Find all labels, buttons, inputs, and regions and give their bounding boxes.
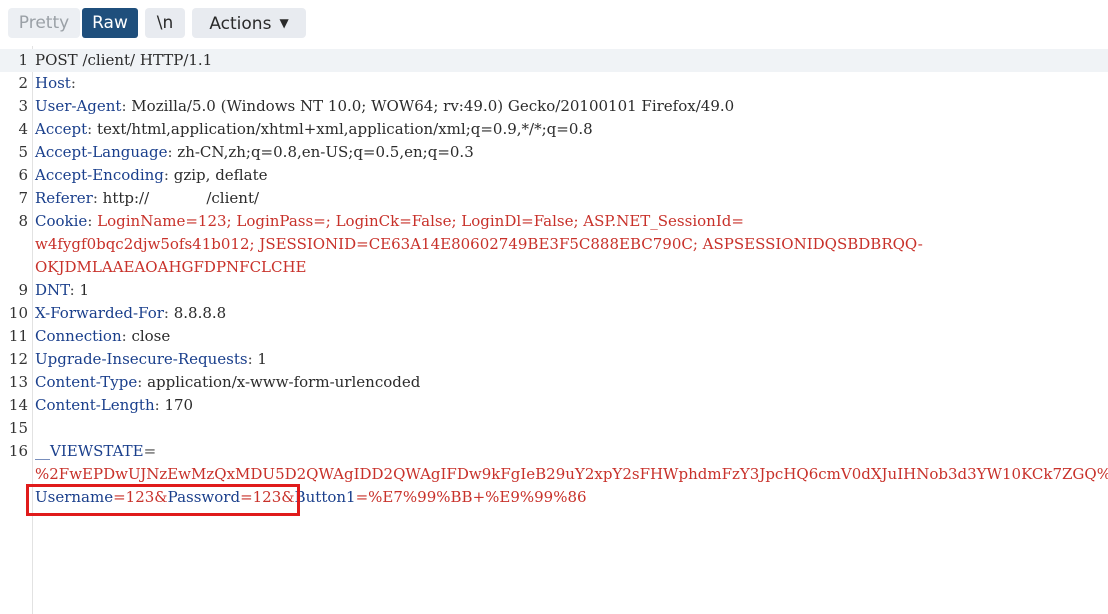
- header-name: User-Agent: [35, 97, 122, 115]
- header-name: Host: [35, 74, 71, 92]
- line-number: 16: [8, 442, 28, 460]
- header-separator: :: [70, 74, 76, 92]
- request-line: 2 Host:: [0, 72, 1108, 95]
- header-name: Accept: [35, 120, 88, 138]
- line-number: 4: [18, 120, 28, 138]
- header-name: Cookie: [35, 212, 88, 230]
- header-value: application/x-www-form-urlencoded: [142, 373, 421, 391]
- request-line: 10 X-Forwarded-For: 8.8.8.8: [0, 302, 1108, 325]
- line-content: OKJDMLAAEAOAHGFDPNFCLCHE: [35, 256, 307, 279]
- request-line: 3 User-Agent: Mozilla/5.0 (Windows NT 10.…: [0, 95, 1108, 118]
- request-line: OKJDMLAAEAOAHGFDPNFCLCHE: [0, 256, 1108, 279]
- line-number: 14: [8, 396, 28, 414]
- request-line: %2FwEPDwUJNzEwMzQxMDU5D2QWAgIDD2QWAgIFDw…: [0, 463, 1108, 486]
- line-content: Content-Length: 170: [35, 394, 193, 417]
- line-number: 3: [18, 97, 28, 115]
- line-content: Content-Type: application/x-www-form-url…: [35, 371, 420, 394]
- header-name: __VIEWSTATE: [35, 442, 144, 460]
- line-number: 7: [18, 189, 28, 207]
- line-content: Cookie: LoginName=123; LoginPass=; Login…: [35, 210, 744, 233]
- chevron-down-icon: ▼: [279, 16, 289, 30]
- line-content: Referer: http:// /client/: [35, 187, 259, 210]
- line-number: 2: [18, 74, 28, 92]
- raw-tab[interactable]: Raw: [82, 8, 138, 38]
- header-value: close: [126, 327, 171, 345]
- header-value: 1: [74, 281, 89, 299]
- param-button-value: =%E7%99%BB+%E9%99%86: [355, 488, 587, 506]
- line-number: 15: [8, 419, 28, 437]
- request-line: 6 Accept-Encoding: gzip, deflate: [0, 164, 1108, 187]
- line-number: 13: [8, 373, 28, 391]
- line-content: User-Agent: Mozilla/5.0 (Windows NT 10.0…: [35, 95, 734, 118]
- request-line: 11 Connection: close: [0, 325, 1108, 348]
- request-line: 16 __VIEWSTATE=: [0, 440, 1108, 463]
- header-name: Referer: [35, 189, 93, 207]
- header-value: LoginName=123; LoginPass=; LoginCk=False…: [92, 212, 744, 230]
- request-line: w4fygf0bqc2djw5ofs41b012; JSESSIONID=CE6…: [0, 233, 1108, 256]
- header-value: http:// /client/: [97, 189, 260, 207]
- continued-value: %2FwEPDwUJNzEwMzQxMDU5D2QWAgIDD2QWAgIFDw…: [35, 465, 1108, 483]
- line-number: 11: [8, 327, 28, 345]
- message-editor-toolbar: Pretty Raw \n Actions ▼: [0, 0, 1108, 46]
- line-content: %2FwEPDwUJNzEwMzQxMDU5D2QWAgIDD2QWAgIFDw…: [35, 463, 1108, 486]
- continued-value: w4fygf0bqc2djw5ofs41b012; JSESSIONID=CE6…: [35, 235, 923, 253]
- header-separator: =: [143, 442, 157, 460]
- request-line: 4 Accept: text/html,application/xhtml+xml…: [0, 118, 1108, 141]
- request-line: 7 Referer: http:// /client/: [0, 187, 1108, 210]
- line-number: 9: [18, 281, 28, 299]
- line-content: DNT: 1: [35, 279, 89, 302]
- credentials-highlight-box: [26, 484, 300, 516]
- line-content: X-Forwarded-For: 8.8.8.8: [35, 302, 226, 325]
- line-content: Upgrade-Insecure-Requests: 1: [35, 348, 267, 371]
- line-number: 1: [18, 51, 28, 69]
- line-number: 6: [18, 166, 28, 184]
- header-name: Accept-Language: [35, 143, 168, 161]
- line-content: Accept-Language: zh-CN,zh;q=0.8,en-US;q=…: [35, 141, 474, 164]
- request-line: 9 DNT: 1: [0, 279, 1108, 302]
- request-line: 8 Cookie: LoginName=123; LoginPass=; Logi…: [0, 210, 1108, 233]
- header-value: Mozilla/5.0 (Windows NT 10.0; WOW64; rv:…: [126, 97, 735, 115]
- header-value: 1: [252, 350, 267, 368]
- header-name: Connection: [35, 327, 122, 345]
- header-name: Content-Length: [35, 396, 155, 414]
- line-content: Accept: text/html,application/xhtml+xml,…: [35, 118, 593, 141]
- param-button-name: Button1: [294, 488, 356, 506]
- line-content: __VIEWSTATE=: [35, 440, 156, 463]
- raw-request-editor[interactable]: 1 POST /client/ HTTP/1.1 2 Host: 3 User-Agent…: [0, 46, 1108, 614]
- request-line: 12 Upgrade-Insecure-Requests: 1: [0, 348, 1108, 371]
- show-newlines-toggle[interactable]: \n: [145, 8, 185, 38]
- header-name: Accept-Encoding: [35, 166, 164, 184]
- header-name: DNT: [35, 281, 70, 299]
- line-content: w4fygf0bqc2djw5ofs41b012; JSESSIONID=CE6…: [35, 233, 923, 256]
- continued-value: OKJDMLAAEAOAHGFDPNFCLCHE: [35, 258, 307, 276]
- pretty-tab[interactable]: Pretty: [8, 8, 80, 38]
- request-line: 13 Content-Type: application/x-www-form-u…: [0, 371, 1108, 394]
- line-number: 8: [18, 212, 28, 230]
- header-value: 8.8.8.8: [168, 304, 227, 322]
- line-number: 5: [18, 143, 28, 161]
- request-line: 15: [0, 417, 1108, 440]
- request-line: 1 POST /client/ HTTP/1.1: [0, 49, 1108, 72]
- header-name: X-Forwarded-For: [35, 304, 164, 322]
- header-value: gzip, deflate: [168, 166, 268, 184]
- header-name: Upgrade-Insecure-Requests: [35, 350, 248, 368]
- header-name: Content-Type: [35, 373, 138, 391]
- actions-menu-button[interactable]: Actions ▼: [192, 8, 306, 38]
- line-content: POST /client/ HTTP/1.1: [35, 49, 212, 72]
- request-line-text: POST /client/ HTTP/1.1: [35, 51, 213, 69]
- line-number: 12: [8, 350, 28, 368]
- actions-label: Actions: [209, 14, 272, 34]
- request-line: 14 Content-Length: 170: [0, 394, 1108, 417]
- line-number: 10: [8, 304, 28, 322]
- header-value: zh-CN,zh;q=0.8,en-US;q=0.5,en;q=0.3: [172, 143, 474, 161]
- header-value: text/html,application/xhtml+xml,applicat…: [92, 120, 593, 138]
- header-value: 170: [159, 396, 194, 414]
- request-line: 5 Accept-Language: zh-CN,zh;q=0.8,en-US;q…: [0, 141, 1108, 164]
- line-content: Host:: [35, 72, 76, 95]
- line-content: Accept-Encoding: gzip, deflate: [35, 164, 268, 187]
- line-content: Connection: close: [35, 325, 170, 348]
